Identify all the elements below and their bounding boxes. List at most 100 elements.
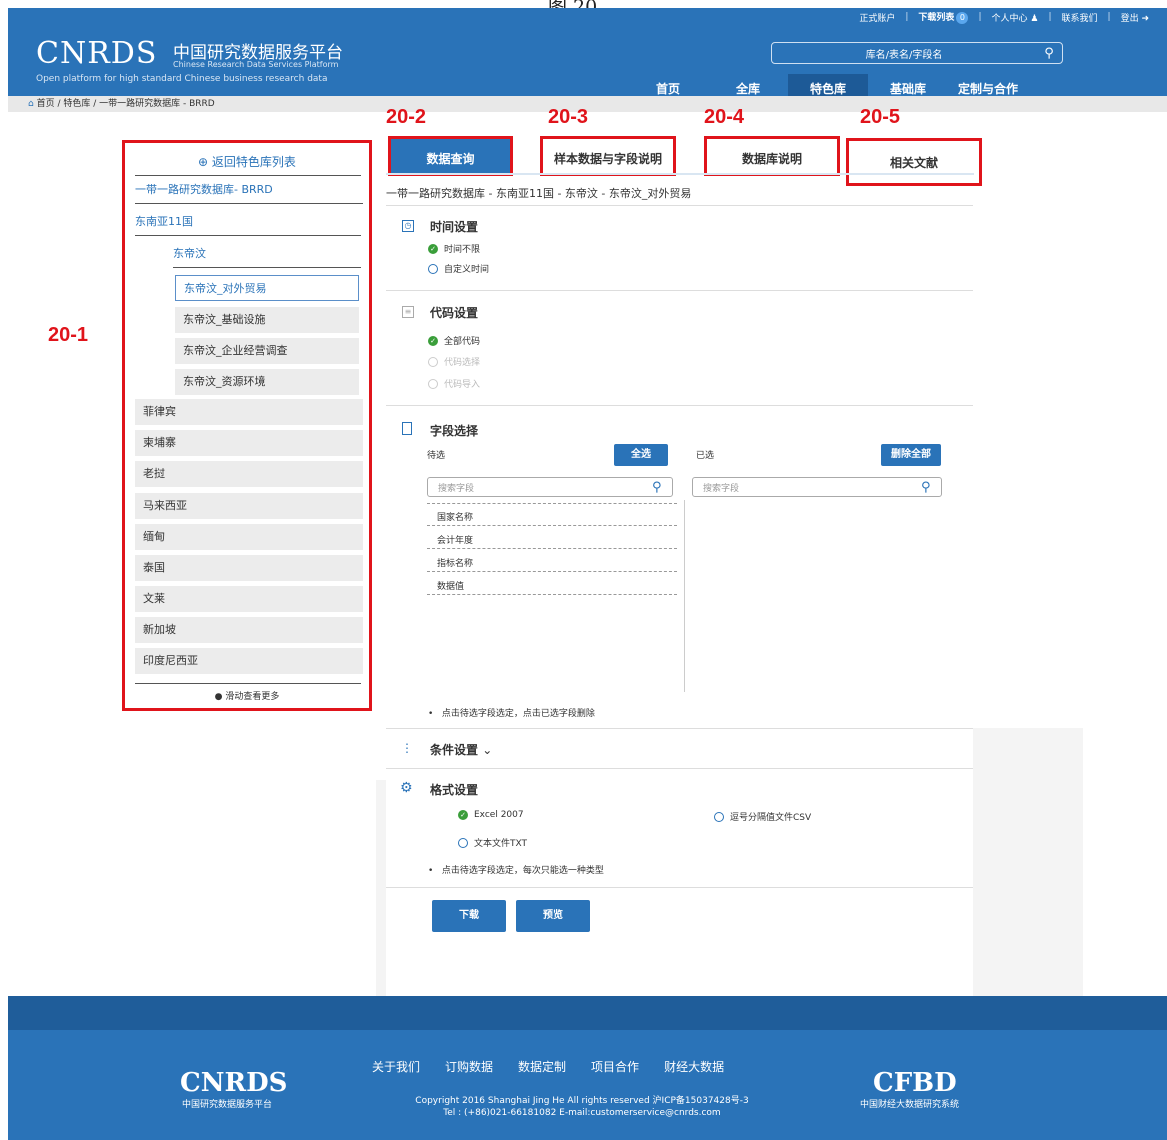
radio-icon bbox=[714, 811, 724, 822]
condition-toggle[interactable]: 条件设置 ⌄ bbox=[430, 741, 492, 758]
sidebar-country-item[interactable]: 新加坡 bbox=[135, 617, 363, 643]
code-option-select[interactable]: 代码选择 bbox=[428, 355, 480, 368]
tab-literature[interactable]: 相关文献 bbox=[846, 138, 982, 186]
check-icon: ✓ bbox=[428, 335, 438, 346]
search-input[interactable]: 库名/表名/字段名 bbox=[772, 46, 1036, 61]
footer-link-about[interactable]: 关于我们 bbox=[372, 1058, 420, 1075]
format-note: • 点击待选字段选定，每次只能选一种类型 bbox=[428, 866, 604, 876]
selected-search-input[interactable]: 搜索字段 bbox=[693, 481, 921, 494]
tab-sample-data[interactable]: 样本数据与字段说明 bbox=[540, 136, 676, 176]
field-selection-title: 字段选择 bbox=[430, 424, 479, 438]
sidebar-table-item[interactable]: 东帝汶_资源环境 bbox=[175, 369, 359, 395]
footer-copyright: Copyright 2016 Shanghai Jing He All righ… bbox=[415, 1096, 749, 1118]
time-option-unlimited[interactable]: ✓ 时间不限 bbox=[428, 242, 480, 255]
breadcrumb-text[interactable]: 首页 / 特色库 / 一带一路研究数据库 - BRRD bbox=[37, 99, 215, 109]
footer-cnrds-logo: CNRDS bbox=[180, 1068, 288, 1098]
field-item[interactable]: 指标名称 bbox=[427, 552, 677, 572]
user-center-link[interactable]: 个人中心 ♟ bbox=[991, 11, 1038, 24]
footer-cfbd-logo: CFBD bbox=[873, 1068, 957, 1098]
clock-icon: ◷ bbox=[402, 220, 414, 232]
tab-db-description[interactable]: 数据库说明 bbox=[704, 136, 840, 176]
sidebar-table-item[interactable]: 东帝汶_基础设施 bbox=[175, 307, 359, 333]
sidebar-country-item[interactable]: 泰国 bbox=[135, 555, 363, 581]
search-icon[interactable]: ⚲ bbox=[652, 480, 672, 495]
code-option-all[interactable]: ✓ 全部代码 bbox=[428, 334, 480, 347]
time-settings-title: 时间设置 bbox=[430, 220, 479, 234]
user-icon: ♟ bbox=[1030, 13, 1039, 24]
check-icon: ✓ bbox=[458, 810, 468, 820]
document-icon bbox=[402, 422, 412, 435]
sidebar-annotation-box: ⊕ 返回特色库列表 一带一路研究数据库- BRRD 东南亚11国 东帝汶 东帝汶… bbox=[122, 140, 372, 711]
selected-search-box[interactable]: 搜索字段 ⚲ bbox=[692, 477, 942, 497]
sidebar-table-selected[interactable]: 东帝汶_对外贸易 bbox=[175, 275, 359, 301]
download-button[interactable]: 下载 bbox=[432, 900, 506, 932]
download-count-badge: 0 bbox=[956, 12, 969, 24]
cnrds-logo[interactable]: CNRDS bbox=[36, 36, 157, 71]
scroll-more-hint: ● 滑动查看更多 bbox=[214, 692, 280, 702]
annotation-label-sidebar: 20-1 bbox=[48, 324, 89, 346]
table-path: 一带一路研究数据库 - 东南亚11国 - 东帝汶 - 东帝汶_对外贸易 bbox=[386, 187, 692, 200]
footer-band bbox=[8, 996, 1167, 1030]
global-search-box[interactable]: 库名/表名/字段名 ⚲ bbox=[771, 42, 1063, 64]
footer-links: 关于我们 订购数据 数据定制 项目合作 财经大数据 bbox=[372, 1058, 724, 1075]
sidebar-country-item[interactable]: 老挝 bbox=[135, 461, 363, 487]
format-option-excel[interactable]: ✓ Excel 2007 bbox=[458, 810, 524, 820]
sidebar-country-item[interactable]: 菲律宾 bbox=[135, 399, 363, 425]
annotation-label-tab2: 20-3 bbox=[548, 106, 589, 128]
top-utility-bar: 正式账户 | 下载列表 0 | 个人中心 ♟ | 联系我们 | 登出 ➜ bbox=[859, 10, 1149, 24]
sidebar-country-item[interactable]: 文莱 bbox=[135, 586, 363, 612]
preview-button[interactable]: 预览 bbox=[516, 900, 590, 932]
tab-underline bbox=[386, 173, 974, 175]
field-item[interactable]: 数据值 bbox=[427, 575, 677, 595]
footer-link-custom[interactable]: 数据定制 bbox=[518, 1058, 566, 1075]
field-item[interactable]: 国家名称 bbox=[427, 506, 677, 526]
platform-tagline: Open platform for high standard Chinese … bbox=[36, 74, 328, 84]
sidebar-country-item[interactable]: 柬埔寨 bbox=[135, 430, 363, 456]
radio-icon bbox=[428, 378, 438, 389]
radio-icon bbox=[428, 263, 438, 274]
tab-data-query[interactable]: 数据查询 bbox=[388, 136, 513, 176]
home-icon[interactable]: ⌂ bbox=[28, 99, 34, 109]
time-option-custom[interactable]: 自定义时间 bbox=[428, 262, 489, 275]
filter-icon: ⋮ bbox=[401, 741, 413, 755]
footer-link-cooperation[interactable]: 项目合作 bbox=[591, 1058, 639, 1075]
column-divider bbox=[684, 500, 685, 692]
footer-cfbd-subtitle: 中国财经大数据研究系统 bbox=[860, 1100, 960, 1110]
sidebar-country-item[interactable]: 印度尼西亚 bbox=[135, 648, 363, 674]
code-option-import[interactable]: 代码导入 bbox=[428, 377, 480, 390]
sidebar-region-link[interactable]: 东南亚11国 bbox=[135, 209, 361, 236]
back-to-list-button[interactable]: ⊕ 返回特色库列表 bbox=[125, 149, 369, 175]
pending-search-box[interactable]: 搜索字段 ⚲ bbox=[427, 477, 673, 497]
annotation-label-tab3: 20-4 bbox=[704, 106, 745, 128]
footer-link-bigdata[interactable]: 财经大数据 bbox=[664, 1058, 724, 1075]
search-icon[interactable]: ⚲ bbox=[921, 480, 941, 495]
logout-link[interactable]: 登出 ➜ bbox=[1121, 11, 1149, 24]
sidebar-table-item[interactable]: 东帝汶_企业经营调查 bbox=[175, 338, 359, 364]
gear-icon: ⚙ bbox=[400, 780, 413, 796]
annotation-label-tab1: 20-2 bbox=[386, 106, 427, 128]
select-all-button[interactable]: 全选 bbox=[614, 444, 668, 466]
check-icon: ✓ bbox=[428, 243, 438, 254]
account-link[interactable]: 正式账户 bbox=[859, 11, 895, 24]
sidebar-country-item[interactable]: 缅甸 bbox=[135, 524, 363, 550]
pending-label: 待选 bbox=[427, 451, 446, 461]
field-item[interactable]: 会计年度 bbox=[427, 529, 677, 549]
download-list-link[interactable]: 下载列表 0 bbox=[918, 10, 969, 24]
format-option-csv[interactable]: 逗号分隔值文件CSV bbox=[714, 810, 811, 823]
search-icon[interactable]: ⚲ bbox=[1036, 46, 1062, 61]
sidebar-db-link[interactable]: 一带一路研究数据库- BRRD bbox=[135, 177, 363, 204]
field-note: • 点击待选字段选定，点击已选字段删除 bbox=[428, 709, 595, 719]
sidebar-country-link[interactable]: 东帝汶 bbox=[173, 241, 361, 268]
pending-search-input[interactable]: 搜索字段 bbox=[428, 481, 652, 494]
contact-link[interactable]: 联系我们 bbox=[1062, 11, 1098, 24]
platform-name-en: Chinese Research Data Services Platform bbox=[173, 60, 339, 69]
delete-all-button[interactable]: 删除全部 bbox=[881, 444, 941, 466]
code-icon: ≡ bbox=[402, 306, 414, 318]
sidebar-country-item[interactable]: 马来西亚 bbox=[135, 493, 363, 519]
format-option-txt[interactable]: 文本文件TXT bbox=[458, 836, 527, 849]
site-header: 正式账户 | 下载列表 0 | 个人中心 ♟ | 联系我们 | 登出 ➜ CNRD… bbox=[8, 8, 1167, 104]
radio-icon bbox=[458, 837, 468, 848]
footer-link-order[interactable]: 订购数据 bbox=[445, 1058, 493, 1075]
selected-label: 已选 bbox=[696, 451, 715, 461]
format-settings-title: 格式设置 bbox=[430, 783, 479, 797]
